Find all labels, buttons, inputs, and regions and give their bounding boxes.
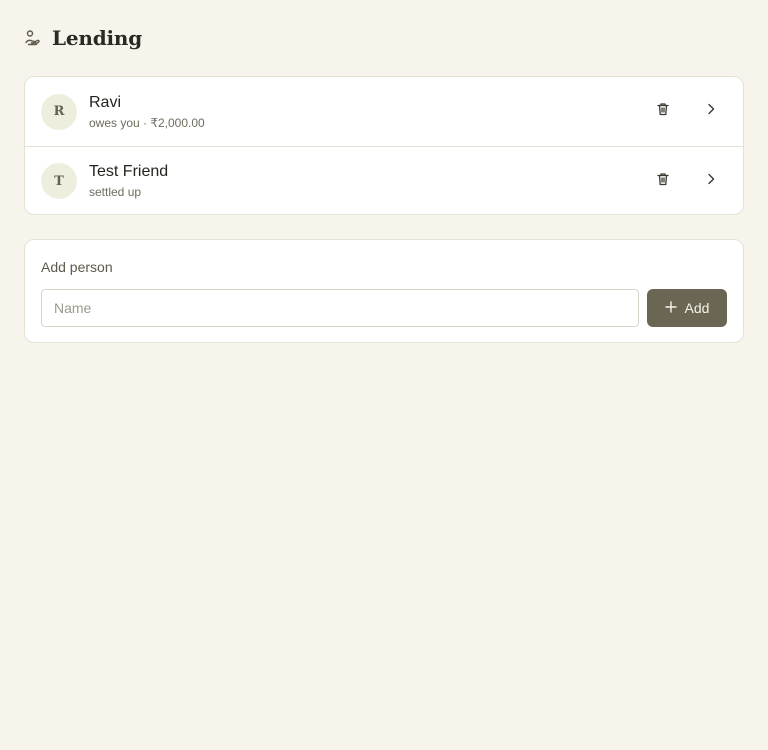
lending-page: Lending R Ravi owes you · ₹2,000.00 T Te…: [0, 0, 768, 750]
row-actions: [647, 96, 727, 128]
person-status: owes you · ₹2,000.00: [89, 115, 205, 130]
row-actions: [647, 165, 727, 197]
person-info: Ravi owes you · ₹2,000.00: [89, 93, 205, 131]
avatar: R: [41, 93, 77, 130]
person-info: Test Friend settled up: [89, 162, 168, 200]
page-header: Lending: [24, 24, 142, 52]
person-name: Ravi: [89, 93, 122, 111]
add-person-form: Add: [41, 289, 727, 327]
chevron-right-icon: [704, 102, 718, 121]
chevron-right-icon: [704, 172, 718, 191]
name-input[interactable]: [41, 289, 639, 327]
person-row-test-friend[interactable]: T Test Friend settled up: [25, 146, 743, 215]
open-person-button[interactable]: [695, 96, 727, 128]
trash-icon: [656, 102, 670, 121]
add-person-card: Add person Add: [24, 239, 744, 343]
avatar: T: [41, 163, 77, 199]
add-button[interactable]: Add: [647, 289, 727, 327]
trash-icon: [656, 172, 670, 191]
plus-icon: [664, 300, 677, 316]
page-title: Lending: [52, 26, 143, 50]
delete-person-button[interactable]: [647, 165, 679, 197]
person-row-ravi[interactable]: R Ravi owes you · ₹2,000.00: [25, 77, 743, 146]
open-person-button[interactable]: [695, 165, 727, 197]
person-status: settled up: [89, 185, 142, 199]
delete-person-button[interactable]: [647, 96, 679, 128]
person-name: Test Friend: [89, 163, 169, 180]
people-list: R Ravi owes you · ₹2,000.00 T Test Frien…: [24, 76, 744, 215]
add-person-title: Add person: [41, 259, 113, 275]
hand-coins-icon: [24, 29, 42, 47]
add-button-label: Add: [684, 300, 710, 316]
